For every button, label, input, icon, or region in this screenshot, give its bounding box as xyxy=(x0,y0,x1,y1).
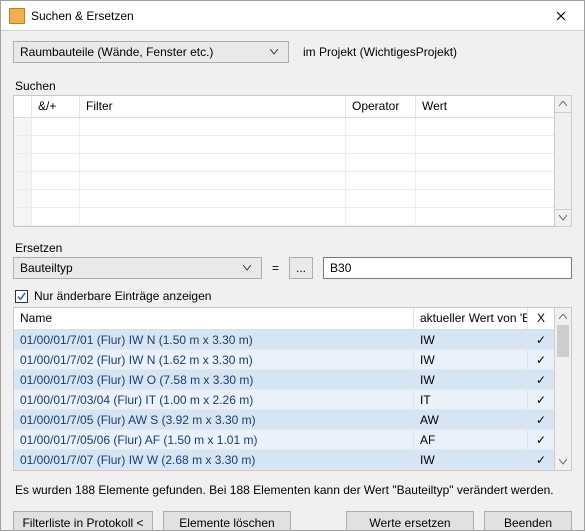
scope-select[interactable]: Raumbauteile (Wände, Fenster etc.) xyxy=(13,41,289,63)
header-blank xyxy=(14,96,32,117)
replace-row: Bauteiltyp = ... B30 xyxy=(13,257,572,279)
browse-value-button[interactable]: ... xyxy=(289,257,313,279)
replace-value-input[interactable]: B30 xyxy=(323,257,572,279)
row-current: IW xyxy=(414,370,528,389)
results-row[interactable]: 01/00/01/7/03 (Flur) IW O (7.58 m x 3.30… xyxy=(14,370,554,390)
scope-context-label: im Projekt (WichtigesProjekt) xyxy=(303,45,457,59)
close-icon xyxy=(556,11,566,21)
editable-only-label: Nur änderbare Einträge anzeigen xyxy=(34,289,211,303)
protocol-button[interactable]: Filterliste in Protokoll < xyxy=(13,511,153,530)
scroll-down-icon[interactable] xyxy=(555,209,571,226)
scroll-thumb[interactable] xyxy=(557,325,569,357)
header-andor[interactable]: &/+ xyxy=(32,96,80,117)
results-scrollbar[interactable] xyxy=(554,308,571,470)
row-name: 01/00/01/7/02 (Flur) IW N (1.62 m x 3.30… xyxy=(14,350,414,369)
search-row[interactable] xyxy=(14,172,554,190)
results-row[interactable]: 01/00/01/7/05/06 (Flur) AF (1.50 m x 1.0… xyxy=(14,430,554,450)
header-name[interactable]: Name xyxy=(14,308,414,329)
results-row[interactable]: 01/00/01/7/02 (Flur) IW N (1.62 m x 3.30… xyxy=(14,350,554,370)
chevron-down-icon xyxy=(239,265,255,271)
row-check[interactable]: ✓ xyxy=(528,450,554,469)
search-grid-header: &/+ Filter Operator Wert xyxy=(14,96,554,118)
replace-values-button[interactable]: Werte ersetzen xyxy=(346,511,474,530)
scope-select-value: Raumbauteile (Wände, Fenster etc.) xyxy=(20,45,266,59)
row-current: AW xyxy=(414,410,528,429)
search-grid[interactable]: &/+ Filter Operator Wert xyxy=(13,95,555,227)
search-grid-wrap: &/+ Filter Operator Wert xyxy=(13,95,572,227)
search-row[interactable] xyxy=(14,154,554,172)
row-current: IW xyxy=(414,350,528,369)
row-current: IW xyxy=(414,330,528,349)
editable-only-checkbox[interactable] xyxy=(15,290,28,303)
results-row[interactable]: 01/00/01/7/01 (Flur) IW N (1.50 m x 3.30… xyxy=(14,330,554,350)
delete-elements-button[interactable]: Elemente löschen xyxy=(163,511,291,530)
header-filter[interactable]: Filter xyxy=(80,96,346,117)
row-current: IT xyxy=(414,390,528,409)
header-wert[interactable]: Wert xyxy=(416,96,554,117)
search-section-label: Suchen xyxy=(15,79,572,93)
search-row[interactable] xyxy=(14,208,554,226)
content-area: Raumbauteile (Wände, Fenster etc.) im Pr… xyxy=(1,31,584,530)
search-grid-rows xyxy=(14,118,554,226)
close-dialog-button[interactable]: Beenden xyxy=(484,511,572,530)
header-operator[interactable]: Operator xyxy=(346,96,416,117)
check-icon xyxy=(17,292,26,301)
row-check[interactable]: ✓ xyxy=(528,430,554,449)
status-text: Es wurden 188 Elemente gefunden. Bei 188… xyxy=(15,483,570,497)
search-replace-dialog: Suchen & Ersetzen Raumbauteile (Wände, F… xyxy=(0,0,585,531)
chevron-down-icon xyxy=(266,49,282,55)
row-check[interactable]: ✓ xyxy=(528,370,554,389)
results-row[interactable]: 01/00/01/7/07 (Flur) IW W (2.68 m x 3.30… xyxy=(14,450,554,470)
search-row[interactable] xyxy=(14,118,554,136)
row-check[interactable]: ✓ xyxy=(528,330,554,349)
scroll-up-icon[interactable] xyxy=(555,96,571,113)
results-row[interactable]: 01/00/01/7/03/04 (Flur) IT (1.00 m x 2.2… xyxy=(14,390,554,410)
button-row: Filterliste in Protokoll < Elemente lösc… xyxy=(13,511,572,530)
titlebar: Suchen & Ersetzen xyxy=(1,1,584,31)
close-button[interactable] xyxy=(538,1,584,31)
results-grid-wrap: Name aktueller Wert von 'Bauteiltyp' X 0… xyxy=(13,307,572,471)
row-check[interactable]: ✓ xyxy=(528,350,554,369)
row-current: IW xyxy=(414,450,528,469)
search-row[interactable] xyxy=(14,190,554,208)
header-current[interactable]: aktueller Wert von 'Bauteiltyp' xyxy=(414,308,528,329)
header-x[interactable]: X xyxy=(528,308,554,329)
search-row[interactable] xyxy=(14,136,554,154)
window-title: Suchen & Ersetzen xyxy=(31,9,538,23)
editable-only-row: Nur änderbare Einträge anzeigen xyxy=(13,289,572,303)
results-grid[interactable]: Name aktueller Wert von 'Bauteiltyp' X 0… xyxy=(14,308,554,470)
row-name: 01/00/01/7/05 (Flur) AW S (3.92 m x 3.30… xyxy=(14,410,414,429)
results-row[interactable]: 01/00/01/7/05 (Flur) AW S (3.92 m x 3.30… xyxy=(14,410,554,430)
results-rows: 01/00/01/7/01 (Flur) IW N (1.50 m x 3.30… xyxy=(14,330,554,470)
row-name: 01/00/01/7/07 (Flur) IW W (2.68 m x 3.30… xyxy=(14,450,414,469)
row-name: 01/00/01/7/05/06 (Flur) AF (1.50 m x 1.0… xyxy=(14,430,414,449)
row-name: 01/00/01/7/03/04 (Flur) IT (1.00 m x 2.2… xyxy=(14,390,414,409)
search-scrollbar[interactable] xyxy=(555,95,572,227)
app-icon xyxy=(9,8,25,24)
scroll-up-icon[interactable] xyxy=(555,308,571,325)
replace-section-label: Ersetzen xyxy=(15,241,572,255)
replace-field-select[interactable]: Bauteiltyp xyxy=(13,257,262,279)
row-check[interactable]: ✓ xyxy=(528,410,554,429)
equals-label: = xyxy=(272,261,279,275)
scroll-down-icon[interactable] xyxy=(555,453,571,470)
results-header: Name aktueller Wert von 'Bauteiltyp' X xyxy=(14,308,554,330)
row-check[interactable]: ✓ xyxy=(528,390,554,409)
replace-field-value: Bauteiltyp xyxy=(20,261,239,275)
row-name: 01/00/01/7/01 (Flur) IW N (1.50 m x 3.30… xyxy=(14,330,414,349)
row-current: AF xyxy=(414,430,528,449)
scope-row: Raumbauteile (Wände, Fenster etc.) im Pr… xyxy=(13,41,572,63)
row-name: 01/00/01/7/03 (Flur) IW O (7.58 m x 3.30… xyxy=(14,370,414,389)
